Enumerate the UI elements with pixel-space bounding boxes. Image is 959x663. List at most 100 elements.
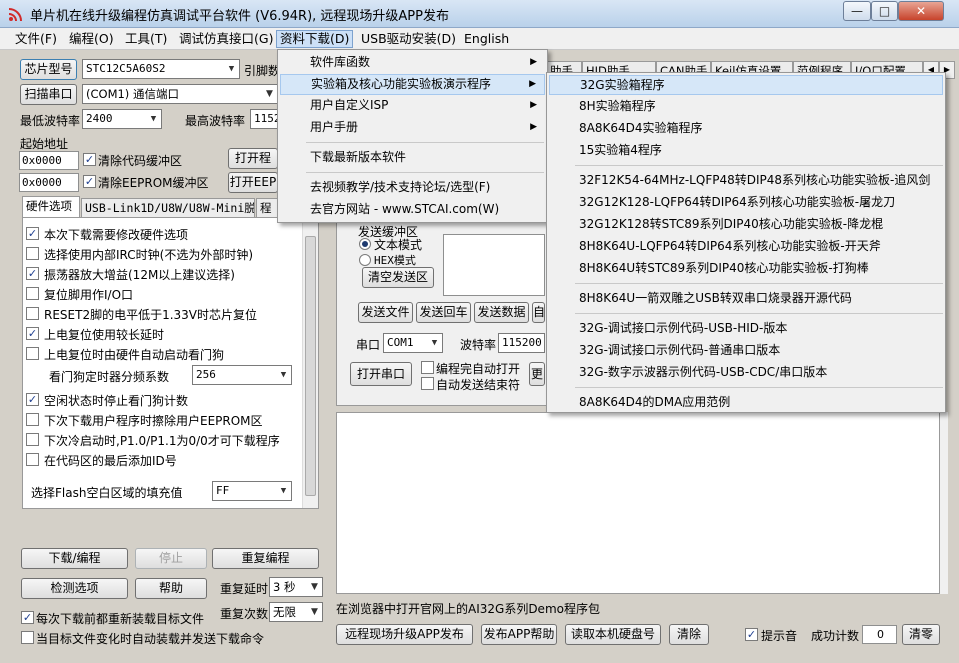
menu-item-library[interactable]: 软件库函数 ▶ [280, 52, 545, 73]
more-button[interactable]: 更 [529, 362, 545, 386]
repeat-delay-select[interactable]: 3 秒 ▼ [269, 577, 323, 597]
download-program-button[interactable]: 下载/编程 [21, 548, 128, 569]
submenu-item[interactable]: 32G-调试接口示例代码-USB-HID-版本 [549, 318, 943, 338]
menu-item-video-forum[interactable]: 去视频教学/技术支持论坛/选型(F) [280, 177, 545, 198]
menu-downloads[interactable]: 资料下载(D) [276, 30, 354, 48]
submenu-item[interactable]: 32F12K54-64MHz-LQFP48转DIP48系列核心功能实验板-追风剑 [549, 170, 943, 190]
send-file-button[interactable]: 发送文件 [358, 302, 413, 323]
menu-debug[interactable]: 调试仿真接口(G) [176, 30, 276, 48]
check-options-button[interactable]: 检测选项 [21, 578, 128, 599]
option-row[interactable]: 下次下载用户程序时擦除用户EEPROM区 [23, 410, 303, 430]
option-checkbox[interactable] [26, 453, 39, 466]
serial-port-select[interactable]: COM1 ▼ [383, 333, 443, 353]
clear-code-checkbox[interactable]: ✓ [83, 153, 96, 166]
submenu-item[interactable]: 32G12K128-LQFP64转DIP64系列核心功能实验板-屠龙刀 [549, 192, 943, 212]
menu-item-latest-version[interactable]: 下载最新版本软件 [280, 147, 545, 168]
eeprom-address-field[interactable]: 0x0000 [19, 173, 79, 192]
hex-mode-radio[interactable] [359, 254, 371, 266]
clear-button[interactable]: 清除 [669, 624, 709, 645]
scrollbar-thumb[interactable] [305, 236, 316, 496]
menu-item-user-manual[interactable]: 用户手册 ▶ [280, 117, 545, 138]
clear-count-button[interactable]: 清零 [902, 624, 940, 645]
option-row[interactable]: 选择使用内部IRC时钟(不选为外部时钟) [23, 244, 303, 264]
send-data-button[interactable]: 发送数据 [474, 302, 529, 323]
menu-item-demo-programs[interactable]: 实验箱及核心功能实验板演示程序 ▶ [280, 74, 545, 95]
reprogram-button[interactable]: 重复编程 [212, 548, 319, 569]
submenu-item[interactable]: 15实验箱4程序 [549, 140, 943, 160]
clear-eeprom-checkbox[interactable]: ✓ [83, 175, 96, 188]
option-row[interactable]: ✓ 本次下载需要修改硬件选项 [23, 224, 303, 244]
read-disk-id-button[interactable]: 读取本机硬盘号 [565, 624, 661, 645]
menu-tools[interactable]: 工具(T) [122, 30, 170, 48]
maximize-button[interactable]: □ [871, 1, 898, 21]
menu-english[interactable]: English [461, 30, 512, 48]
baud-select[interactable]: 115200 [498, 333, 545, 353]
fill-value-select[interactable]: FF ▼ [212, 481, 292, 501]
min-baud-select[interactable]: 2400 ▼ [82, 109, 162, 129]
watchdog-select[interactable]: 256 ▼ [192, 365, 292, 385]
submenu-item[interactable]: 8H8K64U一箭双雕之USB转双串口烧录器开源代码 [549, 288, 943, 308]
menu-item-custom-isp[interactable]: 用户自定义ISP ▶ [280, 95, 545, 116]
text-mode-radio[interactable] [359, 238, 371, 250]
tab-program[interactable]: 程 [256, 198, 278, 218]
minimize-button[interactable]: — [843, 1, 871, 21]
chip-model-button[interactable]: 芯片型号 [20, 59, 77, 80]
max-baud-select[interactable]: 115200 [250, 109, 278, 129]
tab-usb-link-offline[interactable]: USB-Link1D/U8W/U8W-Mini脱机 [81, 198, 255, 218]
option-row[interactable]: RESET2脚的电平低于1.33V时芯片复位 [23, 304, 303, 324]
option-checkbox[interactable]: ✓ [26, 227, 39, 240]
submenu-item[interactable]: 8H8K64U转STC89系列DIP40核心功能实验板-打狗棒 [549, 258, 943, 278]
option-checkbox[interactable] [26, 347, 39, 360]
beep-checkbox[interactable]: ✓ [745, 628, 758, 641]
submenu-item[interactable]: 8A8K64D4的DMA应用范例 [549, 392, 943, 412]
reload-auto-checkbox[interactable] [21, 631, 34, 644]
auto-open-checkbox[interactable] [421, 361, 434, 374]
submenu-item[interactable]: 8H8K64U-LQFP64转DIP64系列核心功能实验板-开天斧 [549, 236, 943, 256]
option-row[interactable]: 上电复位时由硬件自动启动看门狗 [23, 344, 303, 364]
options-scrollbar[interactable] [302, 218, 318, 508]
menu-program[interactable]: 编程(O) [66, 30, 117, 48]
submenu-item[interactable]: 32G-调试接口示例代码-普通串口版本 [549, 340, 943, 360]
option-row[interactable]: ✓ 空闲状态时停止看门狗计数 [23, 390, 303, 410]
menu-usb-driver[interactable]: USB驱动安装(D) [358, 30, 459, 48]
submenu-item[interactable]: 32G实验箱程序 [549, 75, 943, 95]
option-checkbox[interactable]: ✓ [26, 327, 39, 340]
auto-stop-checkbox[interactable] [421, 377, 434, 390]
send-enter-button[interactable]: 发送回车 [416, 302, 471, 323]
option-checkbox[interactable] [26, 287, 39, 300]
code-address-field[interactable]: 0x0000 [19, 151, 79, 170]
open-eeprom-button[interactable]: 打开EEP [228, 172, 278, 193]
tab-hardware-options[interactable]: 硬件选项 [22, 196, 80, 218]
option-checkbox[interactable] [26, 413, 39, 426]
option-checkbox[interactable] [26, 307, 39, 320]
option-checkbox[interactable]: ✓ [26, 267, 39, 280]
option-row[interactable]: 复位脚用作I/O口 [23, 284, 303, 304]
clear-send-button[interactable]: 清空发送区 [362, 267, 434, 288]
reload-each-checkbox[interactable]: ✓ [21, 611, 34, 624]
option-checkbox[interactable] [26, 433, 39, 446]
publish-app-button[interactable]: 远程现场升级APP发布 [336, 624, 473, 645]
send-buffer-textarea[interactable] [443, 234, 545, 296]
submenu-item[interactable]: 8H实验箱程序 [549, 96, 943, 116]
output-scrollbar[interactable] [940, 412, 948, 594]
option-checkbox[interactable]: ✓ [26, 393, 39, 406]
help-button[interactable]: 帮助 [135, 578, 207, 599]
option-row[interactable]: 在代码区的最后添加ID号 [23, 450, 303, 470]
publish-app-help-button[interactable]: 发布APP帮助 [481, 624, 557, 645]
option-row[interactable]: ✓ 振荡器放大增益(12M以上建议选择) [23, 264, 303, 284]
open-port-button[interactable]: 打开串口 [350, 362, 412, 386]
open-program-button[interactable]: 打开程 [228, 148, 278, 169]
stop-button[interactable]: 停止 [135, 548, 207, 569]
option-row[interactable]: 下次冷启动时,P1.0/P1.1为0/0才可下载程序 [23, 430, 303, 450]
close-button[interactable]: ✕ [898, 1, 944, 21]
submenu-item[interactable]: 32G12K128转STC89系列DIP40核心功能实验板-降龙棍 [549, 214, 943, 234]
repeat-count-select[interactable]: 无限 ▼ [269, 602, 323, 622]
option-row[interactable]: ✓ 上电复位使用较长延时 [23, 324, 303, 344]
auto-send-button[interactable]: 自 [532, 302, 545, 323]
chip-model-select[interactable]: STC12C5A60S2 ▼ [82, 59, 240, 79]
submenu-item[interactable]: 32G-数字示波器示例代码-USB-CDC/串口版本 [549, 362, 943, 382]
submenu-item[interactable]: 8A8K64D4实验箱程序 [549, 118, 943, 138]
menu-item-official-site[interactable]: 去官方网站 - www.STCAI.com(W) [280, 199, 545, 220]
port-select[interactable]: (COM1) 通信端口 ▼ [82, 84, 278, 104]
menu-file[interactable]: 文件(F) [12, 30, 60, 48]
